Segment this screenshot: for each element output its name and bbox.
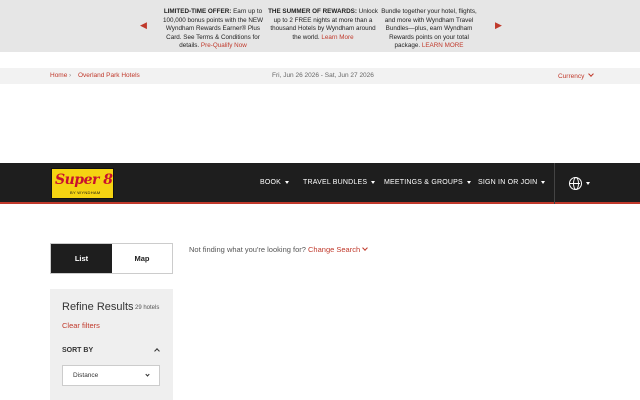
change-search-link[interactable]: Change Search [308, 245, 368, 254]
promo-2-link[interactable]: Learn More [321, 34, 353, 41]
nav-travel-bundles[interactable]: TRAVEL BUNDLES [303, 179, 376, 186]
globe-icon[interactable] [569, 177, 582, 190]
sort-select-value: Distance [73, 372, 99, 379]
nav-meetings-label: MEETINGS & GROUPS [384, 179, 463, 186]
sort-select[interactable]: Distance [62, 365, 160, 386]
promo-2-bold: THE SUMMER OF REWARDS: [268, 8, 357, 15]
not-finding-prompt: Not finding what you're looking for? Cha… [189, 245, 368, 254]
change-search-label: Change Search [308, 245, 361, 254]
brand-logo[interactable]: Super 8 BY WYNDHAM [51, 168, 114, 199]
promo-3-link[interactable]: LEARN MORE [422, 42, 464, 49]
caret-down-icon [285, 180, 290, 184]
logo-sub-text: BY WYNDHAM [70, 190, 101, 195]
caret-down-icon [586, 182, 590, 185]
nav-book[interactable]: BOOK [260, 179, 290, 186]
nav-book-label: BOOK [260, 179, 282, 186]
chevron-up-icon[interactable] [154, 348, 160, 354]
caret-down-icon [371, 180, 376, 184]
nav-signin-label: SIGN IN OR JOIN [478, 179, 538, 186]
not-finding-text: Not finding what you're looking for? [189, 245, 309, 254]
sort-by-label: SORT BY [62, 347, 94, 354]
list-view-button[interactable]: List [51, 244, 112, 273]
promo-1-link[interactable]: Pre-Qualify Now [201, 42, 247, 49]
breadcrumb-city[interactable]: Overland Park Hotels [78, 72, 140, 79]
caret-down-icon [541, 180, 546, 184]
nav-meetings-groups[interactable]: MEETINGS & GROUPS [384, 179, 471, 186]
breadcrumb-home[interactable]: Home [50, 72, 67, 79]
map-view-button[interactable]: Map [112, 244, 172, 273]
logo-brand-text: Super 8 [55, 172, 113, 188]
promo-item-2: THE SUMMER OF REWARDS: Unlock up to 2 FR… [268, 8, 378, 42]
promo-banner: ◀ LIMITED-TIME OFFER: Earn up to 100,000… [0, 0, 640, 52]
stay-dates[interactable]: Fri, Jun 26 2026 - Sat, Jun 27 2026 [272, 72, 374, 79]
refine-title: Refine Results [62, 301, 134, 313]
breadcrumb-separator: › [69, 72, 72, 79]
refine-results-panel: Refine Results 29 hotels Clear filters S… [50, 289, 173, 400]
caret-down-icon [466, 180, 471, 184]
promo-prev-arrow-icon[interactable]: ◀ [140, 20, 148, 30]
promo-next-arrow-icon[interactable]: ▶ [495, 20, 503, 30]
promo-item-3: Bundle together your hotel, flights, and… [378, 8, 480, 51]
nav-divider [554, 163, 555, 204]
chevron-down-icon [362, 245, 368, 251]
promo-item-1: LIMITED-TIME OFFER: Earn up to 100,000 b… [158, 8, 268, 51]
promo-1-bold: LIMITED-TIME OFFER: [163, 8, 232, 15]
main-nav: Super 8 BY WYNDHAM BOOK TRAVEL BUNDLES M… [0, 163, 640, 204]
chevron-down-icon [145, 372, 150, 377]
nav-sign-in[interactable]: SIGN IN OR JOIN [478, 179, 546, 186]
hotel-count: 29 hotels [135, 305, 160, 311]
currency-selector[interactable]: Currency [558, 71, 595, 80]
breadcrumb-bar: Home › Overland Park Hotels Fri, Jun 26 … [0, 68, 640, 84]
nav-bundles-label: TRAVEL BUNDLES [303, 179, 368, 186]
currency-label: Currency [558, 73, 585, 80]
view-toggle: List Map [50, 243, 173, 274]
clear-filters-link[interactable]: Clear filters [62, 321, 100, 330]
chevron-down-icon [588, 71, 595, 77]
